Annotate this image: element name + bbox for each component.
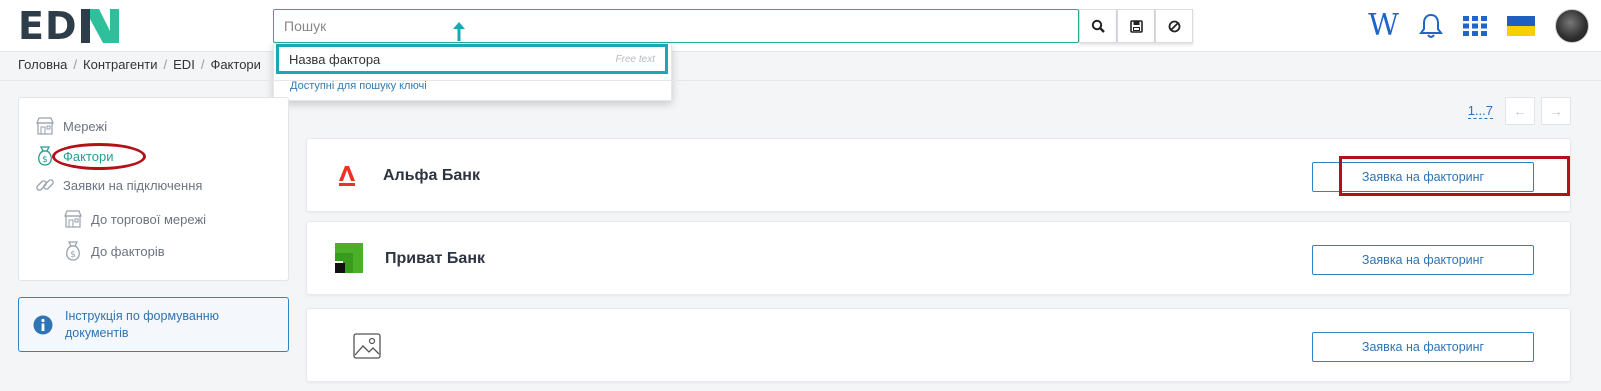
wiki-icon[interactable]: W [1368, 11, 1399, 41]
search-icon [1091, 19, 1105, 33]
edin-logo[interactable]: ED [18, 4, 119, 48]
apps-grid-icon[interactable] [1463, 15, 1487, 37]
sidebar: Мережі $ Фактори Заявки на підключення Д… [18, 97, 289, 281]
next-page-button[interactable]: → [1541, 97, 1571, 125]
logo-text: ED [18, 4, 78, 48]
sidebar-subitem-to-factors[interactable]: $ До факторів [63, 240, 165, 262]
top-bar: ED Пошук W [0, 0, 1601, 52]
instruction-text: Інструкція по формуванню документів [65, 308, 220, 340]
breadcrumb-edi[interactable]: EDI [173, 57, 195, 72]
search-bar [273, 9, 1193, 43]
suggestion-label: Назва фактора [289, 51, 381, 67]
sidebar-item-label: Мережі [63, 118, 108, 134]
factor-card: Приват Банк Заявка на факторинг [306, 221, 1571, 295]
factor-name: Приват Банк [385, 250, 485, 267]
header-actions: W [1368, 8, 1589, 44]
store-icon [64, 210, 82, 228]
search-input[interactable] [273, 9, 1079, 43]
svg-text:$: $ [42, 155, 48, 165]
highlight-annotation-oval [52, 143, 146, 170]
avatar[interactable] [1555, 9, 1589, 43]
save-search-button[interactable] [1117, 9, 1155, 43]
pagination: 1...7 ← → [1467, 97, 1571, 125]
factoring-request-button[interactable]: Заявка на факторинг [1312, 332, 1534, 362]
breadcrumb-home[interactable]: Головна [18, 57, 67, 72]
breadcrumb-factors: Фактори [210, 57, 261, 72]
sidebar-item-connection-requests[interactable]: Заявки на підключення [35, 175, 202, 195]
instruction-link[interactable]: Інструкція по формуванню документів [18, 297, 289, 352]
suggestion-factor-name[interactable]: Назва фактора Free text [276, 44, 668, 74]
ukraine-flag-icon[interactable] [1507, 16, 1535, 36]
link-icon [36, 179, 54, 191]
highlight-annotation-box [1339, 156, 1570, 196]
breadcrumb: Головна / Контрагенти / EDI / Фактори [18, 57, 261, 72]
prev-page-button[interactable]: ← [1505, 97, 1535, 125]
info-icon [33, 315, 53, 334]
svg-text:$: $ [70, 250, 76, 260]
arrow-right-icon: → [1549, 103, 1563, 119]
searchable-keys-link[interactable]: Доступні для пошуку ключі [290, 80, 427, 92]
factoring-request-button[interactable]: Заявка на факторинг [1312, 245, 1534, 275]
factor-name: Альфа Банк [383, 167, 480, 184]
suggestion-hint: Free text [615, 53, 655, 65]
clear-search-button[interactable] [1155, 9, 1193, 43]
arrow-left-icon: ← [1513, 103, 1527, 119]
sidebar-subitem-label: До торгової мережі [91, 211, 207, 227]
privat-bank-logo [335, 243, 363, 273]
search-suggestions: Назва фактора Free text Доступні для пош… [273, 43, 672, 101]
store-icon [36, 117, 54, 135]
factor-card: Заявка на факторинг [306, 308, 1571, 382]
sidebar-subitem-to-retail-network[interactable]: До торгової мережі [63, 209, 206, 229]
money-bag-icon: $ [66, 241, 80, 261]
page-range[interactable]: 1...7 [1467, 103, 1493, 119]
search-button[interactable] [1079, 9, 1117, 43]
sidebar-item-label: Заявки на підключення [63, 177, 203, 193]
save-icon [1129, 19, 1143, 33]
breadcrumb-counterparties[interactable]: Контрагенти [83, 57, 157, 72]
logo-mark [80, 9, 119, 43]
bell-icon[interactable] [1419, 13, 1443, 39]
breadcrumb-divider [0, 80, 1601, 81]
alfa-bank-logo [339, 166, 355, 186]
sidebar-item-networks[interactable]: Мережі [35, 116, 107, 136]
sidebar-subitem-label: До факторів [91, 243, 165, 259]
image-placeholder-icon [353, 333, 381, 359]
clear-icon [1168, 20, 1180, 32]
arrow-up-annotation [453, 22, 465, 41]
